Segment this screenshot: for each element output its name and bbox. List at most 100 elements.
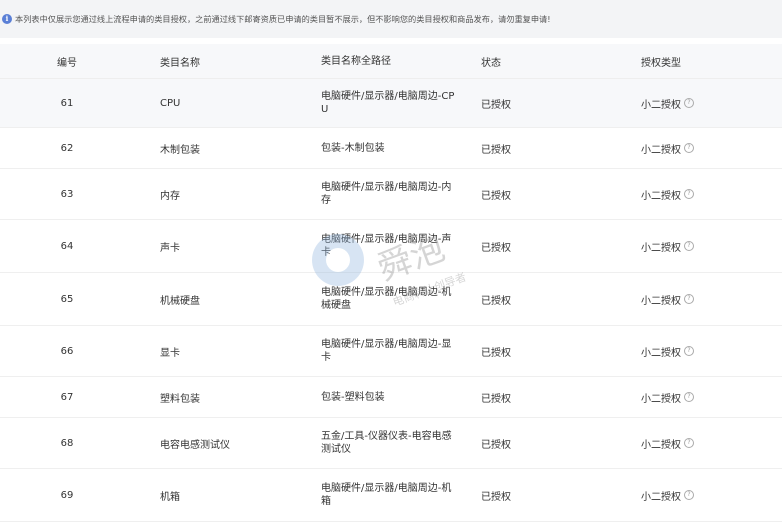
- row-auth-type: 小二授权?: [641, 418, 771, 468]
- row-status-text: 已授权: [481, 439, 511, 451]
- question-circle-icon[interactable]: ?: [684, 490, 694, 500]
- row-category-name-text: 木制包装: [160, 144, 200, 156]
- row-id-text: 68: [60, 437, 74, 449]
- question-circle-icon[interactable]: ?: [684, 143, 694, 153]
- row-category-path: 包装-塑料包装: [321, 377, 459, 417]
- row-auth-type-text: 小二授权: [641, 144, 681, 156]
- row-id-text: 69: [60, 489, 74, 501]
- row-id: 68: [0, 418, 134, 468]
- row-status-text: 已授权: [481, 491, 511, 503]
- header-name: 类目名称: [160, 57, 200, 69]
- question-circle-icon[interactable]: ?: [684, 241, 694, 251]
- row-category-name: CPU: [160, 79, 300, 127]
- row-category-path-text: 电脑硬件/显示器/电脑周边-机械硬盘: [321, 287, 452, 311]
- question-circle-icon[interactable]: ?: [684, 438, 694, 448]
- row-category-name: 塑料包装: [160, 377, 300, 417]
- row-status: 已授权: [481, 220, 601, 272]
- row-status-text: 已授权: [481, 393, 511, 405]
- row-status-text: 已授权: [481, 144, 511, 156]
- row-category-path: 五金/工具-仪器仪表-电容电感测试仪: [321, 418, 459, 468]
- row-category-path-text: 电脑硬件/显示器/电脑周边-内存: [321, 182, 452, 206]
- row-auth-type-text: 小二授权: [641, 491, 681, 503]
- row-id: 65: [0, 273, 134, 325]
- table-row: 66 显卡 电脑硬件/显示器/电脑周边-显卡 已授权 小二授权?: [0, 326, 782, 377]
- table-row: 64 声卡 电脑硬件/显示器/电脑周边-声卡 已授权 小二授权?: [0, 220, 782, 273]
- row-id: 62: [0, 128, 134, 168]
- row-category-path: 电脑硬件/显示器/电脑周边-CPU: [321, 79, 459, 127]
- row-auth-type: 小二授权?: [641, 273, 771, 325]
- row-category-name-text: 内存: [160, 190, 180, 202]
- row-category-path-text: 电脑硬件/显示器/电脑周边-显卡: [321, 339, 452, 363]
- table-header: 编号 类目名称 类目名称全路径 状态 授权类型: [0, 44, 782, 79]
- row-status: 已授权: [481, 377, 601, 417]
- row-auth-type-text: 小二授权: [641, 439, 681, 451]
- row-category-path-text: 五金/工具-仪器仪表-电容电感测试仪: [321, 431, 452, 455]
- row-status: 已授权: [481, 79, 601, 127]
- row-category-path-text: 电脑硬件/显示器/电脑周边-CPU: [321, 91, 455, 115]
- row-category-name: 电容电感测试仪: [160, 418, 300, 468]
- header-path: 类目名称全路径: [321, 55, 391, 67]
- row-id-text: 62: [60, 142, 74, 154]
- row-category-name-text: 显卡: [160, 347, 180, 359]
- question-circle-icon[interactable]: ?: [684, 346, 694, 356]
- row-category-name: 内存: [160, 169, 300, 219]
- row-id-text: 66: [60, 345, 74, 357]
- row-category-path: 电脑硬件/显示器/电脑周边-机箱: [321, 469, 459, 521]
- row-auth-type: 小二授权?: [641, 128, 771, 168]
- row-category-name-text: 声卡: [160, 242, 180, 254]
- question-circle-icon[interactable]: ?: [684, 392, 694, 402]
- row-status: 已授权: [481, 128, 601, 168]
- row-id-text: 65: [60, 293, 74, 305]
- row-auth-type-text: 小二授权: [641, 295, 681, 307]
- table-row: 62 木制包装 包装-木制包装 已授权 小二授权?: [0, 128, 782, 169]
- row-category-path: 电脑硬件/显示器/电脑周边-内存: [321, 169, 459, 219]
- row-id-text: 64: [60, 240, 74, 252]
- table-body: 61 CPU 电脑硬件/显示器/电脑周边-CPU 已授权 小二授权? 62 木制包装 包装-木…: [0, 79, 782, 522]
- row-id: 61: [0, 79, 134, 127]
- table-row: 63 内存 电脑硬件/显示器/电脑周边-内存 已授权 小二授权?: [0, 169, 782, 220]
- row-category-name: 显卡: [160, 326, 300, 376]
- row-auth-type: 小二授权?: [641, 377, 771, 417]
- row-category-name: 机械硬盘: [160, 273, 300, 325]
- row-category-name-text: CPU: [160, 97, 181, 109]
- row-auth-type: 小二授权?: [641, 469, 771, 521]
- info-icon: i: [2, 14, 12, 24]
- table-row: 68 电容电感测试仪 五金/工具-仪器仪表-电容电感测试仪 已授权 小二授权?: [0, 418, 782, 469]
- row-auth-type-text: 小二授权: [641, 190, 681, 202]
- row-category-name-text: 塑料包装: [160, 393, 200, 405]
- row-category-path-text: 电脑硬件/显示器/电脑周边-声卡: [321, 234, 452, 258]
- question-circle-icon[interactable]: ?: [684, 98, 694, 108]
- row-category-path: 电脑硬件/显示器/电脑周边-显卡: [321, 326, 459, 376]
- row-auth-type-text: 小二授权: [641, 393, 681, 405]
- table-row: 69 机箱 电脑硬件/显示器/电脑周边-机箱 已授权 小二授权?: [0, 469, 782, 522]
- row-category-path: 电脑硬件/显示器/电脑周边-机械硬盘: [321, 273, 459, 325]
- row-id: 67: [0, 377, 134, 417]
- row-status: 已授权: [481, 273, 601, 325]
- row-status: 已授权: [481, 469, 601, 521]
- row-status-text: 已授权: [481, 295, 511, 307]
- row-category-name-text: 机械硬盘: [160, 295, 200, 307]
- question-circle-icon[interactable]: ?: [684, 294, 694, 304]
- row-auth-type: 小二授权?: [641, 79, 771, 127]
- row-status-text: 已授权: [481, 99, 511, 111]
- header-status: 状态: [481, 57, 501, 69]
- category-auth-table: 编号 类目名称 类目名称全路径 状态 授权类型 61 CPU 电脑硬件/显示器/电脑…: [0, 44, 782, 522]
- header-id: 编号: [57, 57, 77, 69]
- table-row: 61 CPU 电脑硬件/显示器/电脑周边-CPU 已授权 小二授权?: [0, 79, 782, 128]
- notice-text: 本列表中仅展示您通过线上流程申请的类目授权，之前通过线下邮寄资质已申请的类目暂不…: [15, 14, 551, 24]
- header-type: 授权类型: [641, 57, 681, 69]
- row-id: 64: [0, 220, 134, 272]
- row-status: 已授权: [481, 169, 601, 219]
- row-id: 69: [0, 469, 134, 521]
- table-row: 67 塑料包装 包装-塑料包装 已授权 小二授权?: [0, 377, 782, 418]
- row-auth-type: 小二授权?: [641, 220, 771, 272]
- row-category-name: 木制包装: [160, 128, 300, 168]
- row-status: 已授权: [481, 418, 601, 468]
- row-id: 66: [0, 326, 134, 376]
- row-id-text: 67: [60, 391, 74, 403]
- row-category-name: 机箱: [160, 469, 300, 521]
- table-row: 65 机械硬盘 电脑硬件/显示器/电脑周边-机械硬盘 已授权 小二授权?: [0, 273, 782, 326]
- row-status-text: 已授权: [481, 347, 511, 359]
- question-circle-icon[interactable]: ?: [684, 189, 694, 199]
- row-auth-type: 小二授权?: [641, 169, 771, 219]
